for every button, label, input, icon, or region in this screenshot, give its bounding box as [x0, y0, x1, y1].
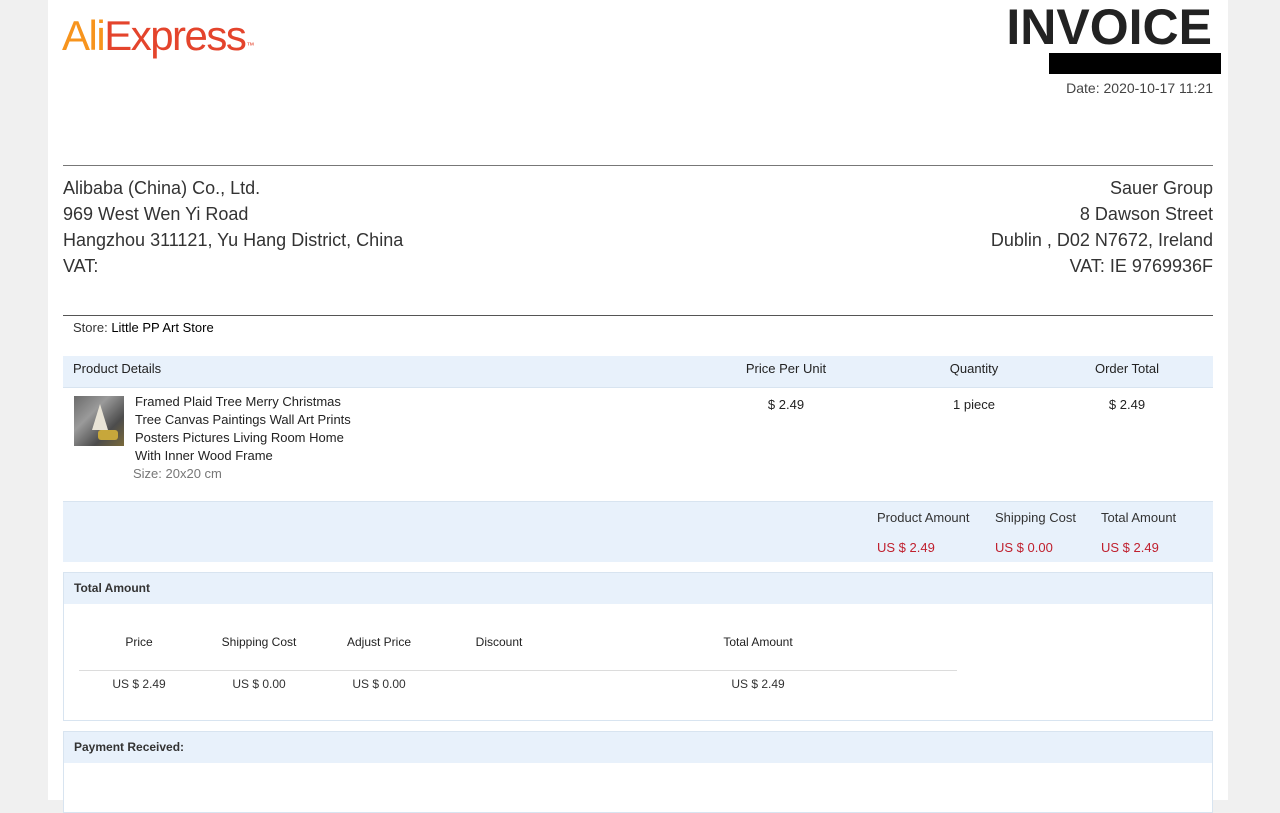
seller-city: Hangzhou 311121, Yu Hang District, China [63, 227, 403, 253]
date-value: 2020-10-17 11:21 [1104, 80, 1214, 96]
total-header-total-amount: Total Amount [638, 635, 878, 649]
total-header-price: Price [79, 635, 199, 649]
header-quantity: Quantity [923, 361, 1025, 376]
divider [63, 165, 1213, 166]
order-summary: Product Amount Shipping Cost Total Amoun… [63, 501, 1213, 562]
total-divider [79, 670, 957, 671]
date-label: Date: [1066, 80, 1099, 96]
invoice-date: Date: 2020-10-17 11:21 [1066, 80, 1213, 96]
seller-name: Alibaba (China) Co., Ltd. [63, 175, 403, 201]
total-amount-panel: Total Amount Price Shipping Cost Adjust … [63, 572, 1213, 721]
total-amount-value: US $ 2.49 [1101, 540, 1159, 555]
seller-vat: VAT: [63, 253, 403, 279]
invoice-title: INVOICE [1006, 0, 1212, 57]
buyer-city: Dublin , D02 N7672, Ireland [991, 227, 1213, 253]
total-header-adjust-price: Adjust Price [319, 635, 439, 649]
shipping-cost-value: US $ 0.00 [995, 540, 1053, 555]
product-unit-price: $ 2.49 [723, 397, 849, 412]
product-row: Framed Plaid Tree Merry Christmas Tree C… [63, 387, 1213, 501]
store-label: Store: [73, 320, 108, 335]
buyer-street: 8 Dawson Street [991, 201, 1213, 227]
total-value-price: US $ 2.49 [79, 677, 199, 691]
buyer-vat: VAT: IE 9769936F [991, 253, 1213, 279]
payment-received-panel: Payment Received: [63, 731, 1213, 813]
shipping-cost-label: Shipping Cost [995, 510, 1076, 525]
product-thumbnail[interactable] [74, 396, 124, 446]
header-price-per-unit: Price Per Unit [723, 361, 849, 376]
product-quantity: 1 piece [923, 397, 1025, 412]
divider [63, 315, 1213, 316]
total-value-total-amount: US $ 2.49 [638, 677, 878, 691]
buyer-name: Sauer Group [991, 175, 1213, 201]
aliexpress-logo: AliExpress™ [62, 10, 253, 62]
seller-address: Alibaba (China) Co., Ltd. 969 West Wen Y… [63, 175, 403, 279]
product-amount-value: US $ 2.49 [877, 540, 935, 555]
product-amount-label: Product Amount [877, 510, 970, 525]
total-value-adjust-price: US $ 0.00 [319, 677, 439, 691]
logo-express: Express [104, 12, 245, 59]
buyer-address: Sauer Group 8 Dawson Street Dublin , D02… [991, 175, 1213, 279]
product-table-header: Product Details Price Per Unit Quantity … [63, 356, 1213, 388]
store-line: Store: Little PP Art Store [73, 320, 214, 335]
seller-street: 969 West Wen Yi Road [63, 201, 403, 227]
store-name[interactable]: Little PP Art Store [111, 320, 213, 335]
payment-received-title: Payment Received: [64, 732, 1212, 763]
total-amount-panel-title: Total Amount [64, 573, 1212, 604]
redacted-invoice-number [1049, 53, 1221, 74]
total-header-shipping: Shipping Cost [199, 635, 319, 649]
logo-trademark: ™ [246, 41, 253, 50]
total-header-discount: Discount [439, 635, 559, 649]
invoice-page: AliExpress™ INVOICE Date: 2020-10-17 11:… [48, 0, 1228, 800]
total-amount-label: Total Amount [1101, 510, 1176, 525]
header-order-total: Order Total [1083, 361, 1171, 376]
logo-ali: Ali [62, 12, 104, 59]
product-order-total: $ 2.49 [1083, 397, 1171, 412]
product-name[interactable]: Framed Plaid Tree Merry Christmas Tree C… [135, 393, 365, 465]
product-size: Size: 20x20 cm [133, 466, 222, 481]
header-product-details: Product Details [73, 361, 161, 376]
total-value-shipping: US $ 0.00 [199, 677, 319, 691]
